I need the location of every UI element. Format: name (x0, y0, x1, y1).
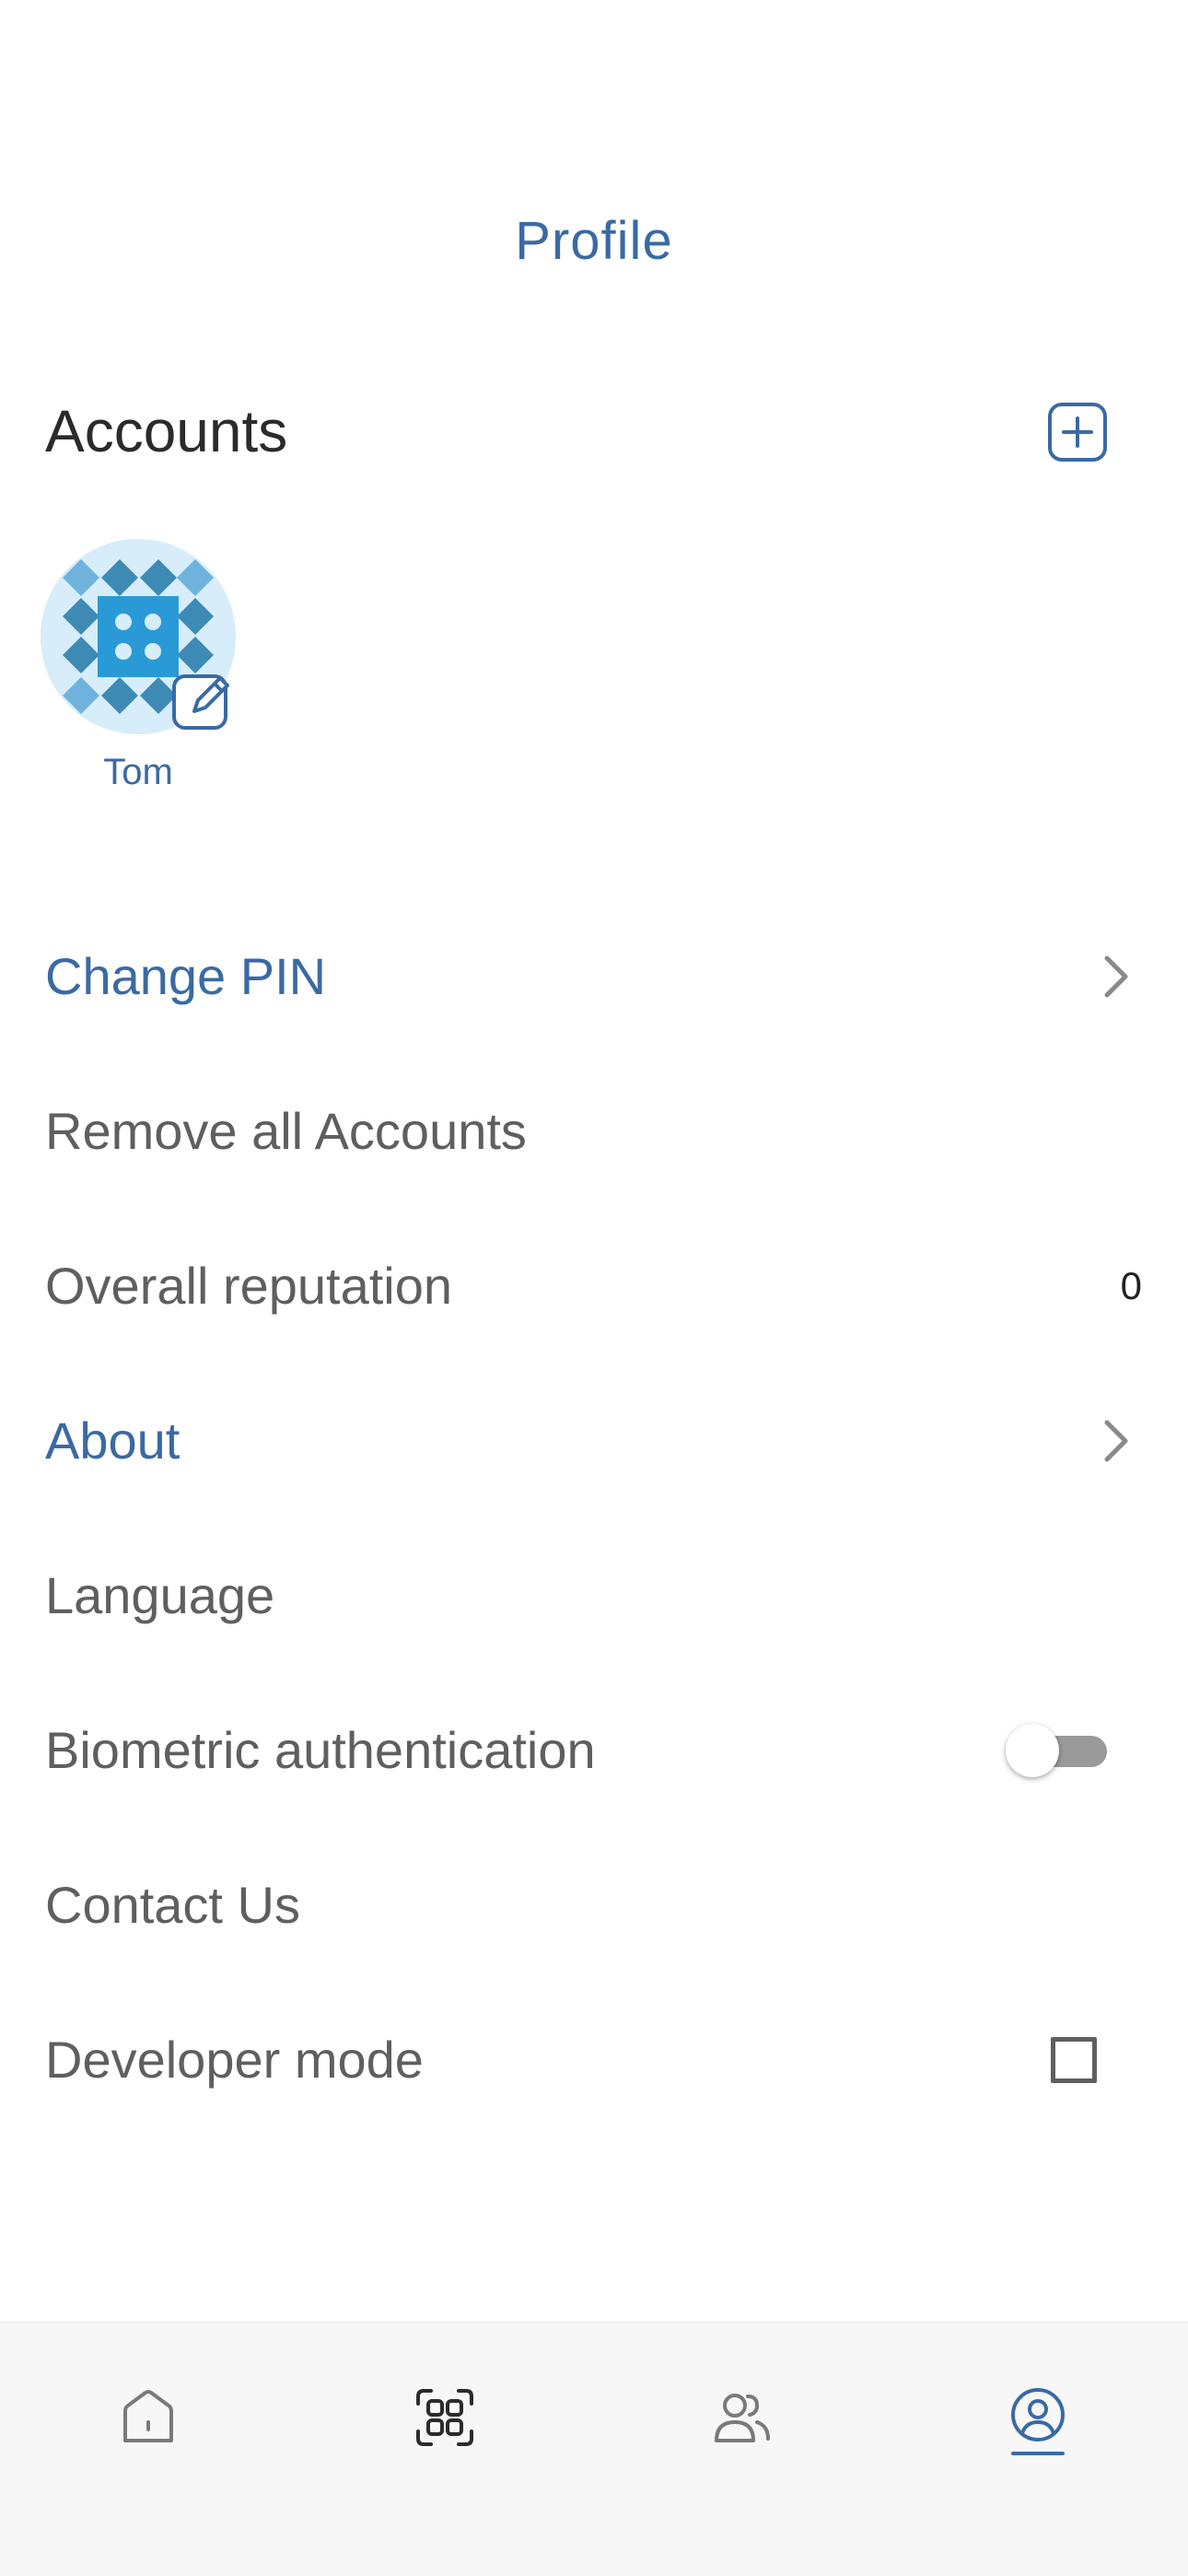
add-account-button[interactable] (1046, 401, 1109, 463)
reputation-value: 0 (1120, 1264, 1142, 1307)
people-icon (715, 2394, 770, 2442)
tab-scan[interactable] (371, 2359, 518, 2488)
contact-us-label: Contact Us (45, 1876, 300, 1934)
change-pin-label: Change PIN (45, 947, 327, 1005)
accounts-heading: Accounts (45, 398, 288, 464)
contact-us-row[interactable]: Contact Us (0, 1828, 1188, 1983)
account-card[interactable]: Tom (41, 539, 236, 797)
change-pin-row[interactable]: Change PIN (0, 899, 1188, 1054)
edit-pencil-icon (172, 674, 229, 730)
remove-all-accounts-label: Remove all Accounts (45, 1102, 527, 1160)
user-circle-icon (1011, 2388, 1065, 2455)
home-icon (123, 2390, 173, 2442)
tab-contacts[interactable] (668, 2359, 815, 2488)
chevron-right-icon (1104, 955, 1128, 998)
profile-screen: Profile Accounts Tom Change PIN Remove a… (0, 0, 1188, 2576)
tab-profile[interactable] (964, 2359, 1112, 2488)
developer-mode-row: Developer mode (0, 1983, 1188, 2137)
language-label: Language (45, 1566, 275, 1624)
account-name: Tom (103, 752, 173, 792)
edit-account-button[interactable] (169, 667, 235, 733)
about-row[interactable]: About (0, 1364, 1188, 1518)
about-label: About (45, 1411, 181, 1469)
chevron-right-icon (1104, 1420, 1128, 1462)
toggle-knob (1006, 1724, 1059, 1777)
tab-home[interactable] (75, 2359, 222, 2488)
qr-scan-icon (416, 2389, 473, 2446)
biometric-toggle[interactable] (1006, 1723, 1109, 1778)
overall-reputation-label: Overall reputation (45, 1257, 453, 1315)
biometric-label: Biometric authentication (45, 1721, 596, 1779)
language-row[interactable]: Language (0, 1518, 1188, 1673)
remove-all-accounts-row[interactable]: Remove all Accounts (0, 1054, 1188, 1209)
overall-reputation-row: Overall reputation 0 (0, 1209, 1188, 1364)
developer-mode-label: Developer mode (45, 2031, 424, 2089)
page-title: Profile (515, 211, 673, 271)
plus-square-icon (1048, 403, 1107, 462)
developer-mode-checkbox[interactable] (1051, 2037, 1097, 2083)
biometric-row: Biometric authentication (0, 1673, 1188, 1828)
bottom-tab-bar (0, 2322, 1188, 2576)
